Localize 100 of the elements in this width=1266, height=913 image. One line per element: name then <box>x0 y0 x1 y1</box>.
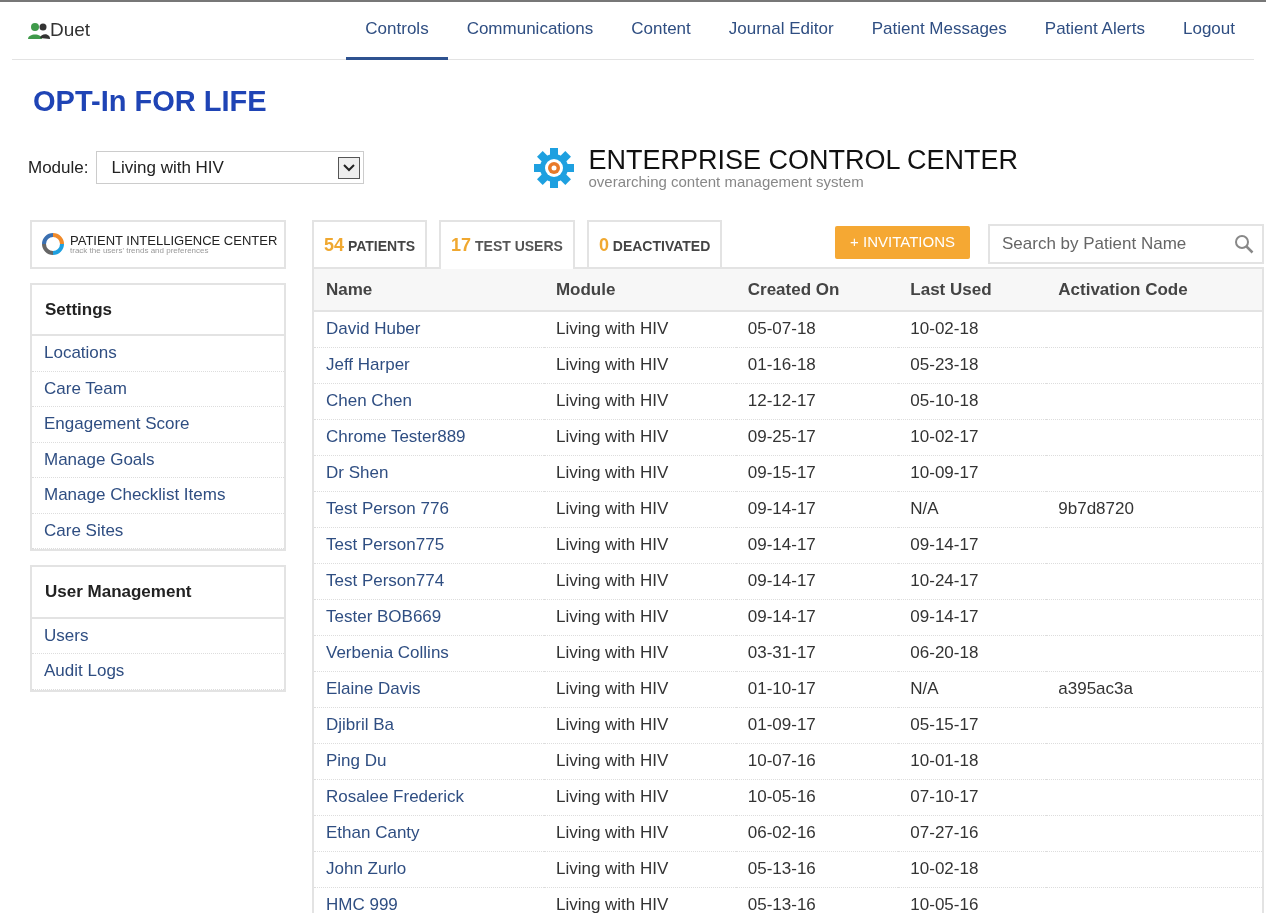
table-cell: Living with HIV <box>555 427 669 446</box>
sidebar-link[interactable]: Care Team <box>32 371 284 407</box>
table-cell: N/A <box>910 679 939 698</box>
filter-tab[interactable]: 17 TEST USERS <box>439 219 575 269</box>
patient-name-link[interactable]: Jeff Harper <box>326 355 410 374</box>
filter-tab[interactable]: 0 DEACTIVATED <box>586 219 723 267</box>
patient-name-link[interactable]: Chrome Tester889 <box>326 427 466 446</box>
table-cell: Living with HIV <box>555 895 669 913</box>
patient-name-link[interactable]: Test Person 776 <box>326 499 449 518</box>
search-icon <box>1234 233 1254 254</box>
table-cell: 01-09-17 <box>747 715 816 734</box>
table-cell: Living with HIV <box>555 715 669 734</box>
patient-name-link[interactable]: Elaine Davis <box>326 679 421 698</box>
table-cell: Living with HIV <box>555 463 669 482</box>
nav-tab[interactable]: Journal Editor <box>709 1 853 60</box>
patient-name-link[interactable]: Dr Shen <box>326 463 389 482</box>
table-cell: 09-14-17 <box>747 535 816 554</box>
sidebar-link[interactable]: Manage Checklist Items <box>32 478 284 514</box>
nav-tab[interactable]: Logout <box>1164 1 1254 60</box>
people-icon <box>28 21 50 40</box>
table-cell: 05-15-17 <box>910 715 979 734</box>
sidebar-heading: Settings <box>32 284 284 336</box>
column-header: Name <box>314 268 544 311</box>
gear-icon <box>532 145 577 190</box>
table-cell: 09-14-17 <box>747 571 816 590</box>
table-cell: 06-20-18 <box>910 643 979 662</box>
column-header: Module <box>543 268 736 311</box>
column-header: Created On <box>735 268 899 311</box>
page-title: OPT-In FOR LIFE <box>33 84 268 119</box>
sidebar-link[interactable]: Engagement Score <box>32 407 284 443</box>
patient-name-link[interactable]: Tester BOB669 <box>326 607 442 626</box>
table-cell: Living with HIV <box>555 643 669 662</box>
table-cell: Living with HIV <box>555 859 669 878</box>
table-cell: 9b7d8720 <box>1058 499 1134 518</box>
table-cell: Living with HIV <box>555 355 669 374</box>
patient-name-link[interactable]: Djibril Ba <box>326 715 395 734</box>
table-cell: 10-02-17 <box>910 427 979 446</box>
nav-tab[interactable]: Patient Alerts <box>1025 1 1164 60</box>
table-cell: 09-14-17 <box>747 607 816 626</box>
intelligence-center-banner[interactable]: PATIENT INTELLIGENCE CENTER track the users' trends and preferences <box>30 219 286 269</box>
table-cell: Living with HIV <box>555 571 669 590</box>
table-cell: Living with HIV <box>555 787 669 806</box>
table-cell: 10-01-18 <box>910 751 979 770</box>
banner-subtitle: track the users' trends and preferences <box>70 246 210 255</box>
table-cell: 10-09-17 <box>910 463 979 482</box>
patient-name-link[interactable]: Chen Chen <box>326 391 412 410</box>
table-cell: 09-14-17 <box>910 607 979 626</box>
column-header: Activation Code <box>1046 268 1262 311</box>
table-cell: Living with HIV <box>555 679 669 698</box>
patient-name-link[interactable]: HMC 999 <box>326 895 398 913</box>
table-cell: Living with HIV <box>555 499 669 518</box>
patient-name-link[interactable]: Ping Du <box>326 751 387 770</box>
table-cell: 10-07-16 <box>747 751 816 770</box>
sidebar-heading: User Management <box>32 567 284 619</box>
sidebar-link[interactable]: Users <box>32 618 284 654</box>
table-cell: 10-05-16 <box>910 895 979 913</box>
table-cell: Living with HIV <box>555 391 669 410</box>
filter-tab[interactable]: 54 PATIENTS <box>312 219 428 267</box>
ring-logo-icon <box>42 233 64 255</box>
table-cell: 12-12-17 <box>747 391 816 410</box>
table-cell: 07-27-16 <box>910 823 979 842</box>
table-cell: 09-15-17 <box>747 463 816 482</box>
table-cell: 10-24-17 <box>910 571 979 590</box>
nav-tab[interactable]: Content <box>612 1 710 60</box>
table-cell: 05-13-16 <box>747 895 816 913</box>
table-cell: 01-10-17 <box>747 679 816 698</box>
patient-name-link[interactable]: Test Person774 <box>326 571 445 590</box>
nav-tab[interactable]: Patient Messages <box>852 1 1026 60</box>
table-cell: 09-25-17 <box>747 427 816 446</box>
patient-name-link[interactable]: Ethan Canty <box>326 823 420 842</box>
table-cell: 09-14-17 <box>910 535 979 554</box>
patient-name-link[interactable]: Verbenia Collins <box>326 643 449 662</box>
table-cell: 05-07-18 <box>747 319 816 338</box>
table-cell: 05-13-16 <box>747 859 816 878</box>
module-label: Module: <box>28 156 89 179</box>
table-cell: 09-14-17 <box>747 499 816 518</box>
ecc-title: ENTERPRISE CONTROL CENTER <box>588 146 1019 174</box>
module-select[interactable]: Living with HIV <box>96 151 365 184</box>
column-header: Last Used <box>898 268 1047 311</box>
table-cell: 03-31-17 <box>747 643 816 662</box>
search-field[interactable]: Search by Patient Name <box>988 223 1264 264</box>
patient-name-link[interactable]: Rosalee Frederick <box>326 787 464 806</box>
patient-name-link[interactable]: David Huber <box>326 319 421 338</box>
nav-tab[interactable]: Controls <box>346 1 448 60</box>
patient-name-link[interactable]: John Zurlo <box>326 859 407 878</box>
sidebar-link[interactable]: Audit Logs <box>32 654 284 690</box>
table-cell: 06-02-16 <box>747 823 816 842</box>
table-cell: 05-23-18 <box>910 355 979 374</box>
table-cell: 10-02-18 <box>910 319 979 338</box>
banner-title: PATIENT INTELLIGENCE CENTER <box>70 233 278 247</box>
table-cell: Living with HIV <box>555 751 669 770</box>
table-cell: Living with HIV <box>555 319 669 338</box>
nav-tab[interactable]: Communications <box>447 1 613 60</box>
sidebar-link[interactable]: Locations <box>32 336 284 372</box>
patient-name-link[interactable]: Test Person775 <box>326 535 445 554</box>
ecc-subtitle: overarching content management system <box>588 173 865 189</box>
sidebar-link[interactable]: Manage Goals <box>32 442 284 478</box>
brand-logo[interactable]: Duet <box>28 16 91 45</box>
sidebar-link[interactable]: Care Sites <box>32 513 284 549</box>
table-cell: Living with HIV <box>555 823 669 842</box>
